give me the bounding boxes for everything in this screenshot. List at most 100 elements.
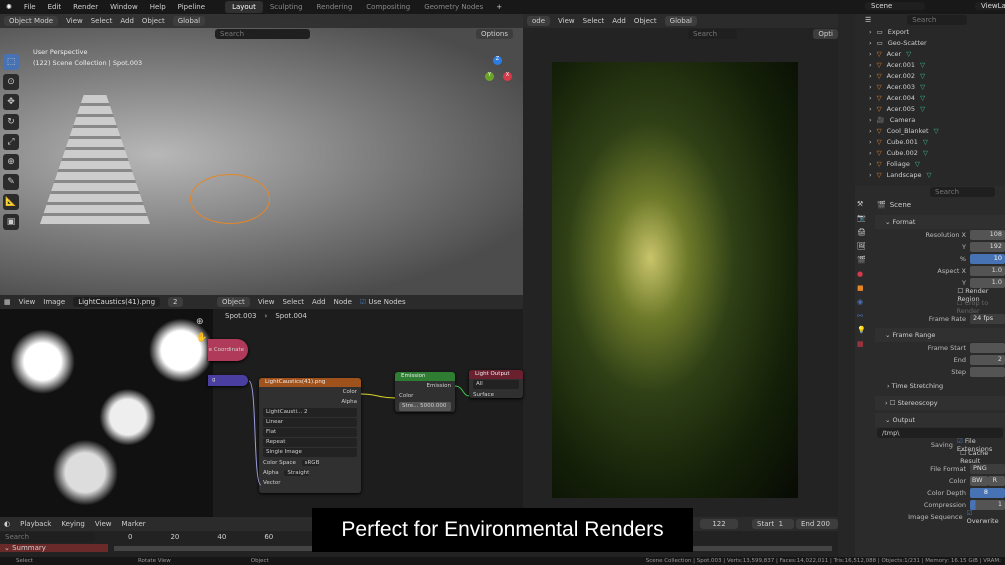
time-stretching-subpanel[interactable]: › Time Stretching [875,378,1005,393]
outliner-item[interactable]: › ▽ Cool_Blanket ▽ [855,125,1005,136]
outliner-item[interactable]: › ▽ Acer ▽ [855,48,1005,59]
properties-search[interactable]: Search [930,187,995,197]
texture-tab-icon[interactable]: ▦ [857,340,871,348]
menu-playback[interactable]: Playback [20,520,51,528]
menu-view-timeline[interactable]: View [95,520,112,528]
scene-tab-icon[interactable]: 🎬 [857,256,871,264]
menu-keying[interactable]: Keying [61,520,85,528]
orientation-selector[interactable]: Global [172,16,206,26]
frame-step-field[interactable] [970,367,1005,377]
expand-chevron-icon[interactable]: › [869,160,872,168]
options-button[interactable]: Options [476,29,514,39]
menu-select-2[interactable]: Select [583,17,605,25]
expand-chevron-icon[interactable]: › [869,116,872,124]
tab-sculpting[interactable]: Sculpting [263,1,310,13]
cursor-icon[interactable]: ⊙ [3,74,19,90]
world-tab-icon[interactable]: ● [857,270,871,278]
current-frame-field[interactable]: 122 [700,519,738,529]
menu-object[interactable]: Object [142,17,165,25]
frame-rate-select[interactable]: 24 fps [970,314,1005,324]
viewport-search[interactable]: Search [215,29,310,39]
file-format-select[interactable]: PNG [970,464,1005,474]
constraints-tab-icon[interactable]: ⚯ [857,312,871,320]
view-layer-tab-icon[interactable]: 🖼 [857,242,871,250]
menu-window[interactable]: Window [104,3,144,11]
menu-marker[interactable]: Marker [121,520,145,528]
stereoscopy-panel-header[interactable]: › ☐ Stereoscopy [875,396,1005,410]
expand-chevron-icon[interactable]: › [869,83,872,91]
mode-selector-2[interactable]: ode [527,16,551,26]
filter-icon[interactable]: ☰ [865,16,871,24]
frame-end-field[interactable]: 2 [970,355,1005,365]
crop-checkbox[interactable]: ☐ Crop to Render [957,299,1005,315]
outliner-item[interactable]: › ▽ Landscape ▽ [855,169,1005,180]
outliner-item[interactable]: › ▽ Acer.003 ▽ [855,81,1005,92]
data-tab-icon[interactable]: 💡 [857,326,871,334]
expand-chevron-icon[interactable]: › [869,94,872,102]
scale-icon[interactable]: ⤢ [3,134,19,150]
menu-view[interactable]: View [66,17,83,25]
expand-chevron-icon[interactable]: › [869,171,872,179]
expand-chevron-icon[interactable]: › [869,149,872,157]
orientation-selector-2[interactable]: Global [664,16,697,26]
image-editor[interactable]: ▦ View Image LightCaustics(41).png 2 ⊕ ✋ [0,295,213,517]
menu-edit[interactable]: Edit [42,3,68,11]
menu-image[interactable]: Image [43,298,65,306]
outliner-search[interactable]: Search [907,15,968,25]
editor-type-icon[interactable]: ▦ [4,298,11,306]
tab-geometry-nodes[interactable]: Geometry Nodes [417,1,490,13]
outliner-item[interactable]: › ▽ Acer.002 ▽ [855,70,1005,81]
add-cube-icon[interactable]: ▣ [3,214,19,230]
menu-select[interactable]: Select [91,17,113,25]
expand-chevron-icon[interactable]: › [869,105,872,113]
select-box-icon[interactable]: ⬚ [3,54,19,70]
editor-type-clock-icon[interactable]: ◐ [4,520,10,528]
render-tab-icon[interactable]: 📷 [857,214,871,222]
resolution-y-field[interactable]: 192 [970,242,1005,252]
expand-chevron-icon[interactable]: › [869,61,872,69]
tool-tab-icon[interactable]: ⚒ [857,200,871,208]
view-layer-selector[interactable]: ViewLayer [975,2,1005,10]
overwrite-checkbox[interactable]: ☑ Overwrite [967,509,1005,525]
aspect-x-field[interactable]: 1.0 [970,266,1005,276]
resolution-pct-field[interactable]: 10 [970,254,1005,264]
menu-add-2[interactable]: Add [612,17,626,25]
menu-add[interactable]: Add [120,17,134,25]
mode-selector[interactable]: Object Mode [4,16,59,26]
outliner-item[interactable]: › ▽ Cube.001 ▽ [855,136,1005,147]
add-workspace-button[interactable]: + [490,3,508,11]
transform-icon[interactable]: ⊕ [3,154,19,170]
menu-view-2[interactable]: View [558,17,575,25]
color-depth-button[interactable]: 8 [970,488,1005,498]
color-rgb-button[interactable]: R [987,476,1005,486]
output-tab-icon[interactable]: 🖨 [857,228,871,236]
menu-help[interactable]: Help [144,3,172,11]
outliner-item[interactable]: › ▭ Export [855,26,1005,37]
viewport2-search[interactable]: Search [688,29,738,39]
menu-render[interactable]: Render [67,3,104,11]
tab-layout[interactable]: Layout [225,1,263,13]
options-button-2[interactable]: Opti [813,29,838,39]
resolution-x-field[interactable]: 108 [970,230,1005,240]
measure-icon[interactable]: 📐 [3,194,19,210]
outliner-item[interactable]: › 🎥 Camera [855,114,1005,125]
outliner-item[interactable]: › ▽ Acer.004 ▽ [855,92,1005,103]
image-selector[interactable]: LightCaustics(41).png [73,297,161,307]
node-editor[interactable]: Object View Select Add Node ☑ Use Nodes … [208,295,523,517]
timeline-search[interactable]: Search [0,532,95,542]
expand-chevron-icon[interactable]: › [869,50,872,58]
menu-file[interactable]: File [18,3,42,11]
outliner-item[interactable]: › ▽ Acer.005 ▽ [855,103,1005,114]
tab-compositing[interactable]: Compositing [359,1,417,13]
navigation-gizmo[interactable]: Z Y X [485,56,515,96]
object-tab-icon[interactable]: ■ [857,284,871,292]
pan-hand-icon[interactable]: ✋ [196,333,207,343]
zoom-icon[interactable]: ⊕ [196,317,204,327]
menu-object-2[interactable]: Object [634,17,657,25]
frame-start-field[interactable] [970,343,1005,353]
menu-pipeline[interactable]: Pipeline [172,3,211,11]
cache-result-checkbox[interactable]: ☐ Cache Result [960,449,1005,465]
outliner-item[interactable]: › ▽ Cube.002 ▽ [855,147,1005,158]
expand-chevron-icon[interactable]: › [869,138,872,146]
start-frame-field[interactable]: Start 1 [752,519,794,529]
